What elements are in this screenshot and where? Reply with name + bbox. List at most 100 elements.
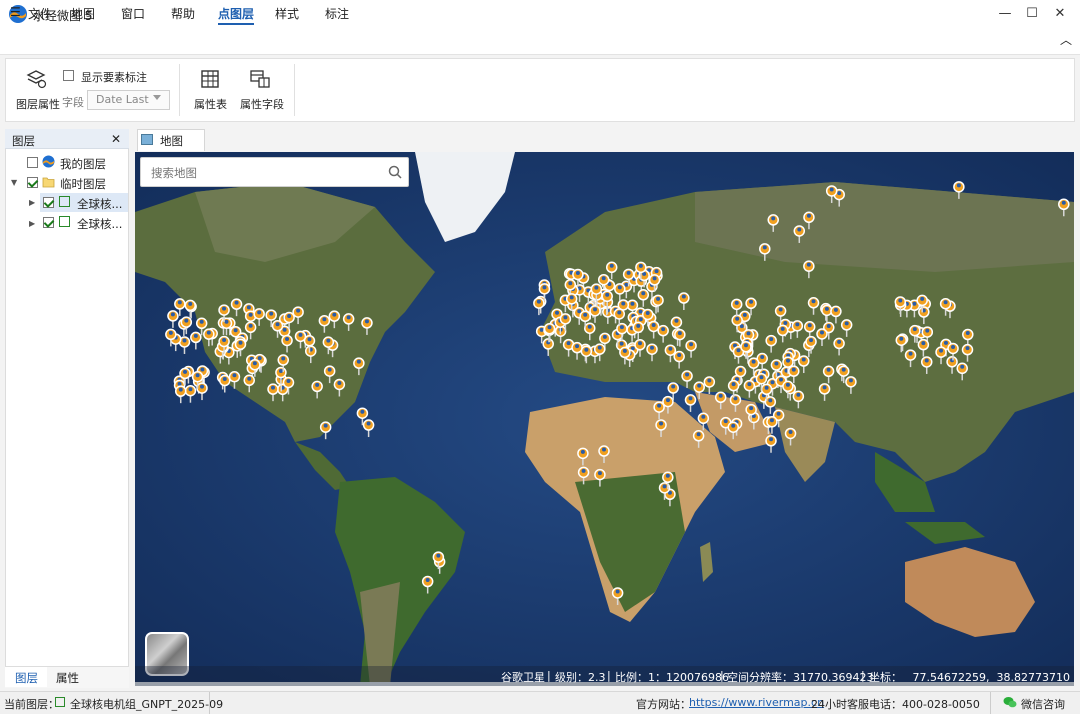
nuclear-plant-marker[interactable] [939,297,952,316]
nuclear-plant-marker[interactable] [759,243,771,261]
nuclear-plant-marker[interactable] [333,378,346,397]
nuclear-plant-marker[interactable] [196,382,208,401]
nuclear-plant-marker[interactable] [571,341,583,360]
nuclear-plant-marker[interactable] [830,305,842,324]
nuclear-plant-marker[interactable] [543,322,556,341]
nuclear-plant-marker[interactable] [184,299,196,318]
minimize-button[interactable]: — [991,2,1019,24]
nuclear-plant-marker[interactable] [219,374,231,393]
nuclear-plant-marker[interactable] [362,419,375,438]
nuclear-plant-marker[interactable] [646,343,658,362]
nuclear-plant-marker[interactable] [807,297,820,315]
attribute-table-button[interactable]: 属性表 [194,96,227,112]
layer-checkbox-temp-layers[interactable] [27,177,38,188]
nuclear-plant-marker[interactable] [583,322,596,341]
layer-item-nuclear-2[interactable]: 全球核... [77,216,122,232]
close-panel-icon[interactable]: ✕ [111,132,121,146]
attribute-table-icon[interactable] [200,69,220,89]
nuclear-plant-marker[interactable] [593,343,606,362]
show-labels-checkbox[interactable] [63,70,74,81]
nuclear-plant-marker[interactable] [230,298,243,317]
nuclear-plant-marker[interactable] [342,313,355,331]
nuclear-plant-marker[interactable] [319,421,332,440]
nuclear-plant-marker[interactable] [803,211,815,230]
nuclear-plant-marker[interactable] [657,324,669,343]
nuclear-plant-marker[interactable] [180,316,193,335]
nuclear-plant-marker[interactable] [174,385,187,404]
nuclear-plant-marker[interactable] [253,308,265,326]
nuclear-plant-marker[interactable] [589,305,601,323]
nuclear-plant-marker[interactable] [167,310,179,328]
menu-help[interactable]: 帮助 [171,5,195,22]
nuclear-plant-marker[interactable] [267,383,279,402]
nuclear-plant-marker[interactable] [935,346,947,365]
nuclear-plant-marker[interactable] [184,384,197,403]
layer-checkbox-my-layers[interactable] [27,157,38,168]
nuclear-plant-marker[interactable] [946,356,958,374]
menu-style[interactable]: 样式 [275,5,299,22]
nuclear-plant-marker[interactable] [685,339,697,358]
hamburger-icon[interactable]: ☰ [10,5,21,19]
nuclear-plant-marker[interactable] [684,394,697,412]
chevron-down-icon[interactable] [153,95,161,100]
nuclear-plant-marker[interactable] [822,365,835,384]
nuclear-plant-marker[interactable] [294,330,307,349]
expand-arrow-icon[interactable]: ▶ [29,219,35,228]
nuclear-plant-marker[interactable] [664,344,677,363]
nuclear-plant-marker[interactable] [821,304,833,323]
nuclear-plant-marker[interactable] [918,306,930,325]
nuclear-plant-marker[interactable] [791,320,804,338]
nuclear-plant-marker[interactable] [714,391,727,410]
nuclear-plant-marker[interactable] [1058,198,1070,217]
nuclear-plant-marker[interactable] [619,346,631,365]
nuclear-plant-marker[interactable] [637,289,650,307]
close-window-button[interactable]: ✕ [1046,2,1074,24]
nuclear-plant-marker[interactable] [292,306,304,325]
layer-item-my-layers[interactable]: 我的图层 [60,156,106,172]
nuclear-plant-marker[interactable] [647,320,660,339]
nuclear-plant-marker[interactable] [249,359,261,377]
nuclear-plant-marker[interactable] [577,447,589,466]
search-icon[interactable] [388,165,402,179]
nuclear-plant-marker[interactable] [743,379,756,398]
nuclear-plant-marker[interactable] [953,181,965,199]
nuclear-plant-marker[interactable] [318,314,331,333]
nuclear-plant-marker[interactable] [797,355,810,374]
nuclear-plant-marker[interactable] [611,587,624,605]
nuclear-plant-marker[interactable] [703,376,716,394]
nuclear-plant-marker[interactable] [788,365,800,384]
nuclear-plant-marker[interactable] [784,427,797,446]
nuclear-plant-marker[interactable] [653,401,665,420]
field-select[interactable]: Date Last [87,90,170,110]
nuclear-plant-marker[interactable] [311,380,323,399]
nuclear-plant-marker[interactable] [845,376,857,394]
nuclear-plant-marker[interactable] [765,334,777,353]
attribute-fields-icon[interactable] [249,69,271,89]
nuclear-plant-marker[interactable] [894,296,907,314]
nuclear-plant-marker[interactable] [678,292,690,311]
nuclear-plant-marker[interactable] [353,357,365,376]
nuclear-plant-marker[interactable] [920,356,933,374]
nuclear-plant-marker[interactable] [594,468,606,487]
nuclear-plant-marker[interactable] [909,324,921,343]
nuclear-plant-marker[interactable] [793,225,806,243]
expand-arrow-icon[interactable]: ▶ [29,198,35,207]
nuclear-plant-marker[interactable] [825,185,838,203]
menu-map[interactable]: 地图 [71,5,95,22]
collapse-ribbon-icon[interactable]: ︿ [1060,31,1072,48]
nuclear-plant-marker[interactable] [681,370,693,389]
nuclear-plant-marker[interactable] [281,334,293,353]
nuclear-plant-marker[interactable] [577,466,590,485]
nuclear-plant-marker[interactable] [776,324,789,343]
nuclear-plant-marker[interactable] [805,335,817,354]
nuclear-plant-marker[interactable] [961,343,974,362]
nuclear-plant-marker[interactable] [190,331,202,350]
layer-checkbox-nuclear-2[interactable] [43,217,54,228]
nuclear-plant-marker[interactable] [767,214,779,232]
nuclear-plant-marker[interactable] [803,260,815,279]
nuclear-plant-marker[interactable] [328,310,341,329]
nuclear-plant-marker[interactable] [305,345,317,364]
nuclear-plant-marker[interactable] [693,381,705,400]
nuclear-plant-marker[interactable] [692,430,705,448]
nuclear-plant-marker[interactable] [673,350,685,369]
